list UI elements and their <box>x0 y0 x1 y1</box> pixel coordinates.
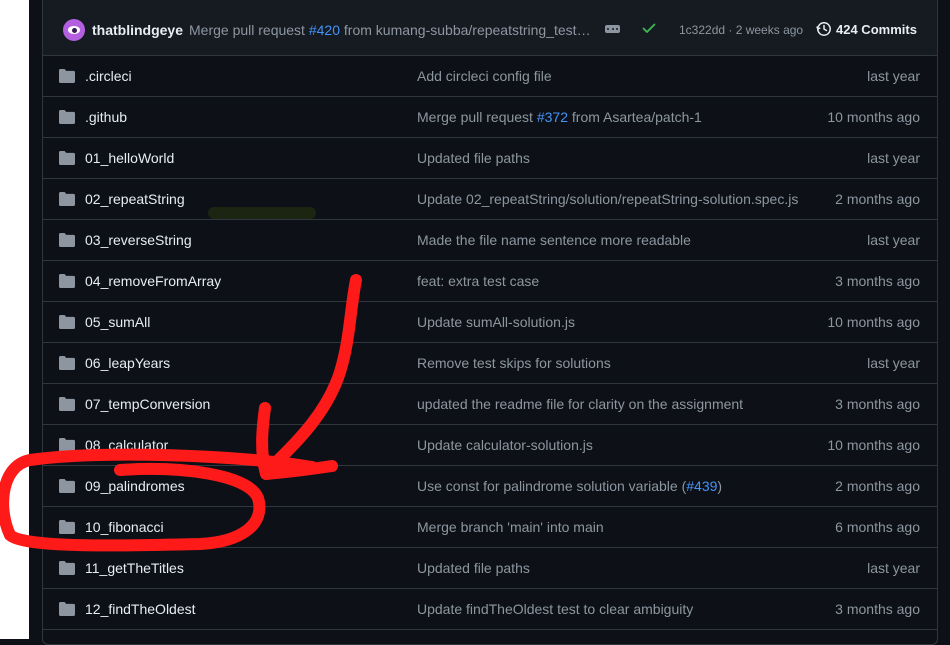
file-row[interactable]: 10_fibonacci Merge branch 'main' into mai… <box>43 507 937 548</box>
file-name-link[interactable]: 08_calculator <box>85 437 168 453</box>
file-name-link[interactable]: 12_findTheOldest <box>85 601 196 617</box>
file-commit-message[interactable]: Add circleci config file <box>417 68 552 84</box>
folder-icon <box>59 602 75 616</box>
commits-count-link[interactable]: 424 Commits <box>836 22 917 37</box>
file-commit-message[interactable]: Made the file name sentence more readabl… <box>417 232 691 248</box>
file-row[interactable]: .github Merge pull request #372 from Asar… <box>43 97 937 138</box>
file-name-link[interactable]: 04_removeFromArray <box>85 273 221 289</box>
folder-icon <box>59 520 75 534</box>
check-icon[interactable] <box>641 20 657 36</box>
file-commit-message[interactable]: Update sumAll-solution.js <box>417 314 575 330</box>
file-name-link[interactable]: 07_tempConversion <box>85 396 210 412</box>
file-commit-message-prefix: Merge pull request <box>417 109 537 125</box>
file-commit-message[interactable]: Merge branch 'main' into main <box>417 519 604 535</box>
file-name-link[interactable]: 09_palindromes <box>85 478 185 494</box>
file-row[interactable]: 09_palindromes Use const for palindrome s… <box>43 466 937 507</box>
file-name-link[interactable]: 11_getTheTitles <box>85 560 184 576</box>
file-commit-message[interactable]: feat: extra test case <box>417 273 539 289</box>
file-commit-message[interactable]: Updated file paths <box>417 150 530 166</box>
file-row[interactable]: .circleci Add circleci config file last ye… <box>43 56 937 97</box>
expand-commit-ellipsis-icon[interactable] <box>605 25 620 33</box>
file-commit-date: 2 months ago <box>835 191 920 207</box>
file-commit-date: last year <box>867 355 920 371</box>
history-clock-icon <box>816 22 831 36</box>
folder-icon <box>59 192 75 206</box>
file-commit-pr-link[interactable]: #372 <box>537 109 568 125</box>
commit-author[interactable]: thatblindgeye <box>92 22 183 38</box>
file-commit-pr-link[interactable]: #439 <box>686 478 717 494</box>
file-commit-date: 10 months ago <box>827 109 920 125</box>
file-commit-message[interactable]: Merge pull request #372 from Asartea/pat… <box>417 109 702 125</box>
folder-icon <box>59 356 75 370</box>
commit-sha-age[interactable]: 1c322dd · 2 weeks ago <box>679 23 803 37</box>
file-listing: thatblindgeye Merge pull request #420 fr… <box>42 0 938 645</box>
page-left-gutter <box>0 0 29 639</box>
folder-icon <box>59 315 75 329</box>
file-commit-date: 10 months ago <box>827 314 920 330</box>
file-name-link[interactable]: 02_repeatString <box>85 191 185 207</box>
latest-commit-message[interactable]: Merge pull request #420 from kumang-subb… <box>189 22 591 38</box>
file-name-link[interactable]: 03_reverseString <box>85 232 192 248</box>
file-commit-message-prefix: Use const for palindrome solution variab… <box>417 478 687 494</box>
file-name-link[interactable]: 05_sumAll <box>85 314 150 330</box>
file-row[interactable]: 02_repeatString Update 02_repeatString/so… <box>43 179 937 220</box>
file-row[interactable]: 01_helloWorld Updated file paths last year <box>43 138 937 179</box>
file-commit-date: last year <box>867 68 920 84</box>
folder-icon <box>59 397 75 411</box>
file-name-link[interactable]: 06_leapYears <box>85 355 170 371</box>
file-commit-message[interactable]: Use const for palindrome solution variab… <box>417 478 722 494</box>
file-name-link[interactable]: 01_helloWorld <box>85 150 174 166</box>
file-commit-date: last year <box>867 232 920 248</box>
file-commit-message-suffix: from Asartea/patch-1 <box>568 109 702 125</box>
file-commit-message[interactable]: Update 02_repeatString/solution/repeatSt… <box>417 191 798 207</box>
file-commit-message-suffix: ) <box>717 478 723 494</box>
file-commit-date: 6 months ago <box>835 519 920 535</box>
folder-icon <box>59 274 75 288</box>
latest-commit-message-suffix: from kumang-subba/repeatstring_test… <box>340 22 591 38</box>
folder-icon <box>59 110 75 124</box>
file-commit-date: 3 months ago <box>835 396 920 412</box>
file-name-link[interactable]: .circleci <box>85 68 132 84</box>
file-row[interactable]: 04_removeFromArray feat: extra test case 3… <box>43 261 937 302</box>
file-row[interactable]: 08_calculator Update calculator-solution.… <box>43 425 937 466</box>
smudge-mark <box>208 207 316 219</box>
folder-icon <box>59 69 75 83</box>
file-commit-date: 3 months ago <box>835 273 920 289</box>
file-row[interactable]: 12_findTheOldest Update findTheOldest tes… <box>43 589 937 630</box>
file-commit-date: 3 months ago <box>835 601 920 617</box>
file-commit-message[interactable]: Update calculator-solution.js <box>417 437 593 453</box>
folder-icon <box>59 561 75 575</box>
file-commit-date: 2 months ago <box>835 478 920 494</box>
file-row[interactable]: 05_sumAll Update sumAll-solution.js 10 mon… <box>43 302 937 343</box>
file-row[interactable]: 11_getTheTitles Updated file paths last ye… <box>43 548 937 589</box>
file-name-link[interactable]: .github <box>85 109 127 125</box>
latest-commit-message-prefix: Merge pull request <box>189 22 309 38</box>
file-commit-message[interactable]: Update findTheOldest test to clear ambig… <box>417 601 693 617</box>
latest-commit-bar: thatblindgeye Merge pull request #420 fr… <box>43 0 937 56</box>
author-avatar-icon[interactable] <box>63 19 85 41</box>
file-commit-date: last year <box>867 560 920 576</box>
folder-icon <box>59 233 75 247</box>
file-name-link[interactable]: 10_fibonacci <box>85 519 164 535</box>
file-commit-message[interactable]: Remove test skips for solutions <box>417 355 611 371</box>
file-commit-message[interactable]: updated the readme file for clarity on t… <box>417 396 743 412</box>
file-row[interactable]: 03_reverseString Made the file name sente… <box>43 220 937 261</box>
file-commit-date: last year <box>867 150 920 166</box>
file-row[interactable]: 06_leapYears Remove test skips for soluti… <box>43 343 937 384</box>
folder-icon <box>59 151 75 165</box>
latest-commit-pr-link[interactable]: #420 <box>309 22 340 38</box>
file-commit-message[interactable]: Updated file paths <box>417 560 530 576</box>
file-commit-date: 10 months ago <box>827 437 920 453</box>
file-rows: .circleci Add circleci config file last ye… <box>43 56 937 630</box>
folder-icon <box>59 438 75 452</box>
file-row[interactable]: 07_tempConversion updated the readme file… <box>43 384 937 425</box>
folder-icon <box>59 479 75 493</box>
